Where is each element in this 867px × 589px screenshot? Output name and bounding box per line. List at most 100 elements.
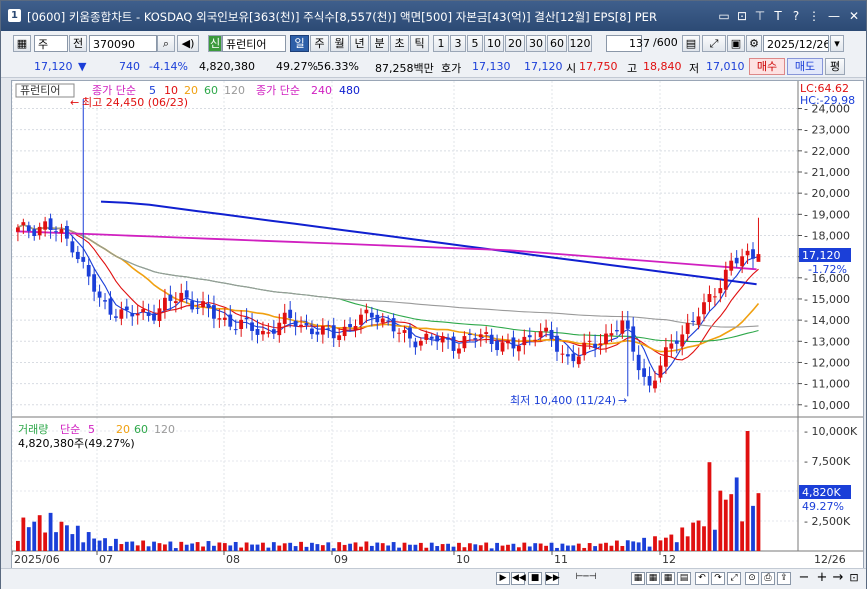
candle-body <box>582 342 587 356</box>
chart-area[interactable]: - 24,000- 23,000- 22,000- 21,000- 20,000… <box>11 80 864 570</box>
chart-svg[interactable]: - 24,000- 23,000- 22,000- 21,000- 20,000… <box>11 81 863 569</box>
interval-3[interactable]: 3 <box>450 35 466 52</box>
tab-month[interactable]: 월 <box>330 35 349 52</box>
camera-icon[interactable]: ⊙ <box>745 572 759 585</box>
y-tick-label: - 14,000 <box>804 314 850 327</box>
code-input[interactable]: 370090 <box>89 35 157 52</box>
volume-bar <box>54 532 58 551</box>
stop-icon[interactable]: ■ <box>528 572 542 585</box>
candle-body <box>511 337 516 349</box>
tab-minute[interactable]: 분 <box>370 35 389 52</box>
tab-tick[interactable]: 틱 <box>410 35 429 52</box>
grid-large-icon[interactable]: ▦ <box>661 572 675 585</box>
divider-icon: ⋮ <box>808 9 820 23</box>
volume-bar <box>380 543 385 551</box>
volume-bar <box>647 546 652 551</box>
volume-legend-ma-label: 단순 <box>60 423 80 436</box>
candle-body <box>293 320 298 327</box>
prev-button[interactable]: 전 <box>69 35 87 52</box>
legend-ma120: 120 <box>224 84 245 97</box>
interval-60[interactable]: 60 <box>547 35 567 52</box>
candle-body <box>304 322 309 326</box>
print-icon[interactable]: ⎙ <box>761 572 775 585</box>
tab-second[interactable]: 초 <box>390 35 409 52</box>
tab-day[interactable]: 일 <box>290 35 309 52</box>
interval-10[interactable]: 10 <box>484 35 504 52</box>
date-input[interactable]: 2025/12/26 <box>763 35 829 52</box>
grid-small-icon[interactable]: ▦ <box>631 572 645 585</box>
scroll-slider[interactable]: ⊢─⊣ <box>566 572 606 585</box>
settings-icon[interactable]: ⊡ <box>735 9 749 23</box>
calendar-icon[interactable]: ▾ <box>830 35 844 52</box>
candle-body <box>663 347 668 367</box>
hc-label: HC:-29.98 <box>800 94 855 107</box>
buy-button[interactable]: 매수 <box>749 58 785 75</box>
volume-bar <box>718 490 723 551</box>
rewind-icon[interactable]: ◀◀ <box>511 572 526 585</box>
x-right-label: 12/26 <box>814 553 846 566</box>
tab-week[interactable]: 주 <box>310 35 329 52</box>
sell-button[interactable]: 매도 <box>787 58 823 75</box>
candle-body <box>179 292 184 302</box>
eval-button[interactable]: 평 <box>825 58 845 75</box>
candle-body <box>299 324 303 326</box>
zoom-in-icon[interactable]: + <box>815 571 829 585</box>
volume-bar <box>533 543 538 551</box>
undo-icon[interactable]: ↶ <box>695 572 709 585</box>
period-select[interactable]: 주 <box>34 35 68 52</box>
candle-body <box>533 339 538 341</box>
zoom-icon[interactable]: ⤢ <box>702 35 726 52</box>
forward-icon[interactable]: ▶▶ <box>545 572 560 585</box>
search-icon[interactable]: ⌕ <box>157 35 175 52</box>
tab-year[interactable]: 년 <box>350 35 369 52</box>
candle-body <box>620 320 625 334</box>
volume-bar <box>16 540 20 551</box>
volume-bar <box>135 545 140 551</box>
interval-1[interactable]: 1 <box>433 35 449 52</box>
volume-bar <box>184 544 189 551</box>
export-icon[interactable]: ⇪ <box>777 572 791 585</box>
fit-icon[interactable]: ▤ <box>677 572 691 585</box>
pan-right-icon[interactable]: → <box>831 571 845 585</box>
volume-bar <box>500 545 505 551</box>
candle-body <box>48 218 53 230</box>
candle-body <box>16 227 20 232</box>
fullscreen-icon[interactable]: ⊡ <box>847 572 861 585</box>
layout-icon[interactable]: ▦ <box>13 35 31 52</box>
candle-body <box>157 308 162 321</box>
x-ticks: 2025/06 07 08 09 10 11 12 <box>11 551 676 566</box>
volume-bar <box>576 543 581 551</box>
interval-5[interactable]: 5 <box>467 35 483 52</box>
price-panel <box>12 81 798 417</box>
candle-body <box>636 354 641 371</box>
candle-body <box>658 365 663 378</box>
volume-bar <box>663 537 668 551</box>
volume-bar <box>320 545 325 551</box>
volume-bar <box>359 546 363 551</box>
speaker-icon[interactable]: ◀) <box>177 35 199 52</box>
grid-icon[interactable]: ▦ <box>646 572 660 585</box>
interval-20[interactable]: 20 <box>505 35 525 52</box>
text-icon[interactable]: T <box>771 9 785 23</box>
ask-label: 호가 <box>441 62 462 75</box>
legend-ma60: 60 <box>204 84 218 97</box>
pin-icon[interactable]: ⊤ <box>753 9 767 23</box>
y-tick-label: - 13,000 <box>804 335 850 348</box>
y-tick-label: - 22,000 <box>804 145 850 158</box>
gear-icon[interactable]: ⚙ <box>746 35 762 52</box>
play-icon[interactable]: ▶ <box>496 572 510 585</box>
link-icon[interactable]: ▭ <box>717 9 731 23</box>
close-icon[interactable]: ✕ <box>847 9 861 23</box>
down-arrow-icon: ▼ <box>78 60 87 73</box>
help-icon[interactable]: ? <box>789 9 803 23</box>
interval-30[interactable]: 30 <box>526 35 546 52</box>
volume-bar <box>489 548 494 551</box>
minimize-icon[interactable]: — <box>827 9 841 23</box>
expand-icon[interactable]: ⤢ <box>727 572 741 585</box>
redo-icon[interactable]: ↷ <box>711 572 725 585</box>
save-icon[interactable]: ▣ <box>727 35 745 52</box>
interval-120[interactable]: 120 <box>568 35 592 52</box>
chart-type-icon[interactable]: ▤ <box>682 35 700 52</box>
volume-bar <box>527 546 532 551</box>
zoom-out-icon[interactable]: − <box>797 571 811 585</box>
